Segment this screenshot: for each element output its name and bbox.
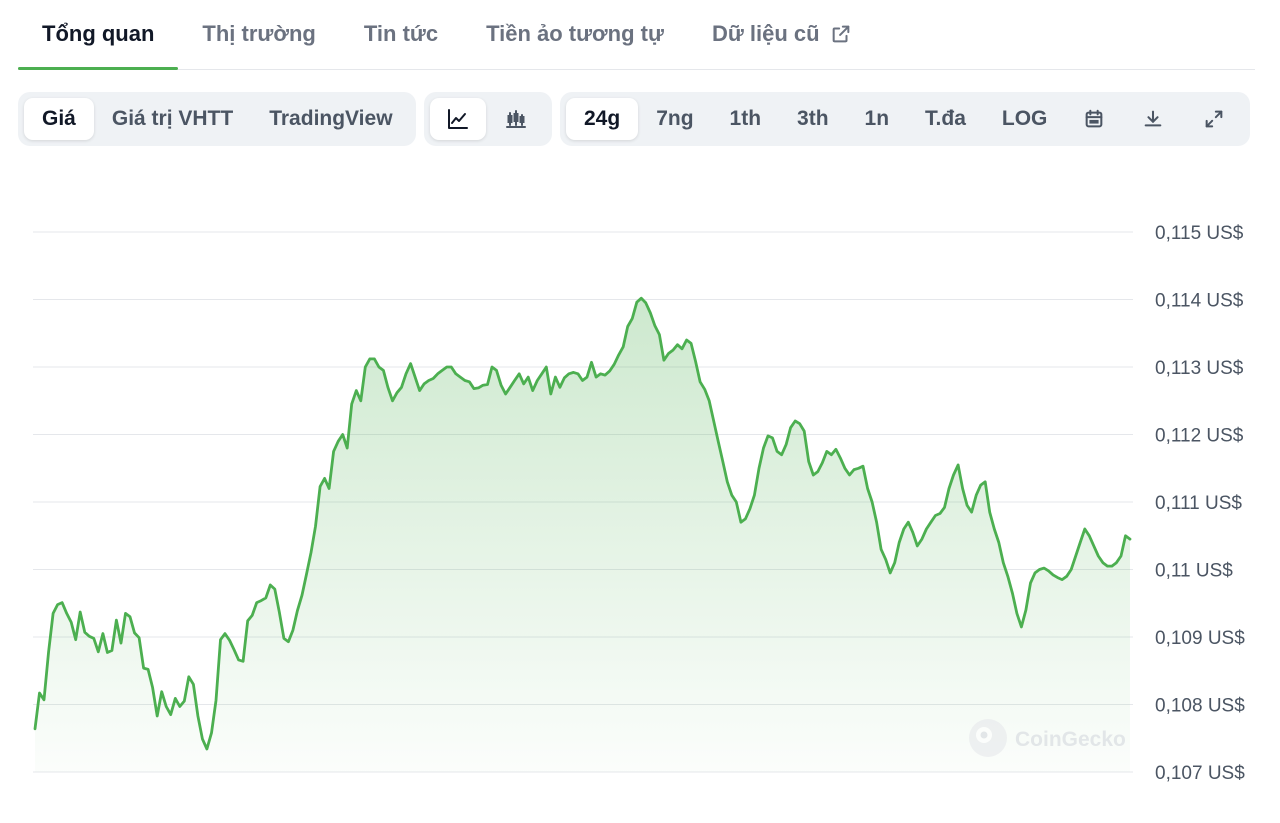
range-24h[interactable]: 24g [566, 98, 639, 140]
chart-style-group [424, 92, 552, 146]
tab-similar-coins[interactable]: Tiền ảo tương tự [462, 0, 688, 69]
candlestick-chart-button[interactable] [486, 98, 546, 140]
download-icon [1144, 110, 1162, 127]
range-7d[interactable]: 7ng [638, 98, 711, 140]
data-type-group: Giá Giá trị VHTT TradingView [18, 92, 416, 146]
candlestick-chart-icon [506, 110, 526, 128]
time-range-group: 24g 7ng 1th 3th 1n T.đa LOG [560, 92, 1250, 146]
chart-toolbar: Giá Giá trị VHTT TradingView 24g 7ng 1th… [18, 92, 1250, 146]
price-chart: 0,115 US$ 0,114 US$ 0,113 US$ 0,112 US$ 0,11… [33, 223, 1245, 784]
tab-historical-data[interactable]: Dữ liệu cũ [688, 0, 876, 69]
fullscreen-button[interactable] [1183, 98, 1244, 140]
external-link-icon [832, 25, 849, 43]
price-toggle[interactable]: Giá [24, 98, 94, 140]
line-chart-icon [448, 109, 468, 129]
calendar-button[interactable] [1065, 98, 1122, 140]
tradingview-toggle[interactable]: TradingView [251, 98, 410, 140]
y-tick-label: 0,115 US$ [1155, 223, 1244, 244]
y-tick-label: 0,11 US$ [1155, 561, 1233, 582]
tab-markets[interactable]: Thị trường [178, 0, 339, 69]
range-3m[interactable]: 3th [779, 98, 847, 140]
y-tick-label: 0,108 US$ [1155, 696, 1245, 717]
calendar-icon [1085, 109, 1103, 128]
market-cap-toggle[interactable]: Giá trị VHTT [94, 98, 251, 140]
watermark-text: CoinGecko [1015, 728, 1126, 751]
tab-historical-data-label: Dữ liệu cũ [711, 21, 820, 46]
y-axis: 0,115 US$ 0,114 US$ 0,113 US$ 0,112 US$ 0,11… [1155, 223, 1245, 784]
y-tick-label: 0,107 US$ [1155, 763, 1245, 784]
range-1m[interactable]: 1th [712, 98, 780, 140]
y-tick-label: 0,109 US$ [1155, 628, 1245, 649]
y-tick-label: 0,111 US$ [1155, 493, 1242, 514]
y-tick-label: 0,112 US$ [1155, 426, 1244, 447]
y-tick-label: 0,113 US$ [1155, 358, 1244, 379]
download-button[interactable] [1122, 98, 1183, 140]
range-1y[interactable]: 1n [847, 98, 908, 140]
range-log[interactable]: LOG [984, 98, 1066, 140]
fullscreen-icon [1205, 110, 1222, 128]
top-tab-bar: Tổng quan Thị trường Tin tức Tiền ảo tươ… [18, 0, 1255, 70]
tab-news[interactable]: Tin tức [340, 0, 462, 69]
y-tick-label: 0,114 US$ [1155, 291, 1244, 312]
line-chart-button[interactable] [430, 98, 486, 140]
tab-overview[interactable]: Tổng quan [18, 0, 179, 70]
range-max[interactable]: T.đa [907, 98, 984, 140]
price-area [35, 298, 1130, 772]
